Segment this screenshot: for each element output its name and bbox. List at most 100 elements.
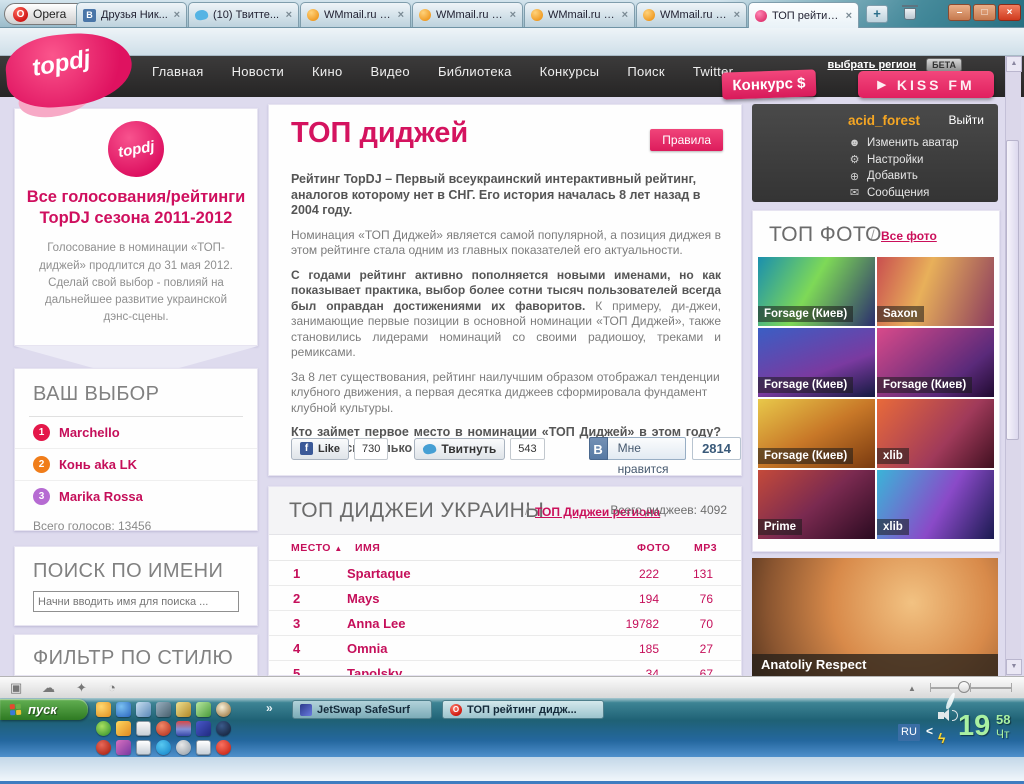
tab-close-icon[interactable]: × [174, 9, 180, 21]
choice-item[interactable]: 3 Marika Rossa [15, 481, 257, 512]
rules-button[interactable]: Правила [650, 129, 723, 151]
tab-wmmail-1[interactable]: WMmail.ru - ... × [300, 2, 411, 27]
tab-wmmail-3[interactable]: WMmail.ru - ... × [524, 2, 635, 27]
user-menu-item-messages[interactable]: ✉ Сообщения [848, 185, 959, 202]
quicklaunch-folder-icon[interactable] [136, 740, 151, 755]
user-menu-item-add[interactable]: ⊕ Добавить [848, 168, 959, 185]
facebook-like-button[interactable]: f Like [291, 437, 350, 460]
start-button[interactable]: пуск [0, 699, 88, 720]
quicklaunch-butterfly-icon[interactable] [116, 721, 131, 736]
choice-item[interactable]: 1 Marchello [15, 417, 257, 449]
quicklaunch-palette-icon[interactable] [96, 702, 111, 717]
cell-name[interactable]: Omnia [347, 641, 387, 656]
clock-hours[interactable]: 19 [958, 710, 990, 743]
closed-tabs-trash-button[interactable] [898, 4, 922, 24]
window-minimize-button[interactable]: – [948, 4, 971, 21]
window-restore-button[interactable]: □ [973, 4, 996, 21]
table-row[interactable]: 5 Tapolsky 34 67 [269, 661, 741, 675]
task-opera-topdj[interactable]: O ТОП рейтинг дидж... [442, 700, 604, 719]
scroll-down-arrow[interactable]: ▼ [1006, 659, 1022, 675]
tab-wmmail-2[interactable]: WMmail.ru - ... × [412, 2, 523, 27]
photo-thumbnail[interactable]: Prime [758, 470, 875, 539]
quicklaunch-mail-icon[interactable] [136, 702, 151, 717]
tweet-button[interactable]: Твитнуть [414, 437, 506, 460]
quicklaunch-overflow-chevron[interactable]: » [266, 701, 273, 715]
tab-wmmail-4[interactable]: WMmail.ru - ... × [636, 2, 747, 27]
quicklaunch-folder2-icon[interactable] [196, 740, 211, 755]
col-mp3[interactable]: MP3 [694, 542, 717, 554]
messenger-tray-icon[interactable]: ϟ [938, 730, 945, 746]
photo-thumbnail[interactable]: Forsage (Киев) [877, 328, 994, 397]
tab-close-icon[interactable]: × [286, 9, 292, 21]
quicklaunch-globe-icon[interactable] [216, 721, 231, 736]
tab-topdj-active[interactable]: ТОП рейтин... × [748, 2, 859, 28]
quicklaunch-battery-icon[interactable] [196, 702, 211, 717]
photo-thumbnail[interactable]: Saxon [877, 257, 994, 326]
col-place[interactable]: МЕСТО ▲ [291, 542, 343, 554]
tab-close-icon[interactable]: × [846, 10, 852, 22]
voting-title[interactable]: Все голосования/рейтинги TopDJ сезона 20… [15, 187, 257, 228]
nav-search[interactable]: Поиск [613, 61, 679, 82]
opera-unite-icon[interactable]: ✦ [76, 680, 87, 696]
zoom-slider-track[interactable] [930, 687, 1012, 689]
user-menu-item-avatar[interactable]: ☻ Изменить аватар [848, 135, 959, 152]
tab-close-icon[interactable]: × [622, 9, 628, 21]
featured-photo[interactable]: Anatoliy Respect [752, 558, 998, 676]
opera-turbo-icon[interactable]: ◔ [108, 680, 116, 695]
vk-like-widget[interactable]: В Мне нравится 2814 [588, 437, 741, 475]
name-search-input[interactable] [33, 591, 239, 612]
col-photo[interactable]: ФОТО [637, 542, 670, 554]
quicklaunch-download-icon[interactable] [156, 721, 171, 736]
cell-name[interactable]: Mays [347, 591, 380, 606]
table-row[interactable]: 3 Anna Lee 19782 70 [269, 611, 741, 636]
logout-link[interactable]: Выйти [948, 113, 984, 127]
site-logo[interactable]: topdj [3, 28, 138, 124]
tab-close-icon[interactable]: × [398, 9, 404, 21]
nav-home[interactable]: Главная [138, 61, 218, 82]
quicklaunch-floppy-icon[interactable] [176, 721, 191, 736]
vk-like-label[interactable]: Мне нравится [607, 437, 687, 475]
volume-icon[interactable] [938, 709, 949, 721]
quicklaunch-flashget-icon[interactable] [196, 721, 211, 736]
col-name[interactable]: ИМЯ [355, 542, 380, 554]
window-close-button[interactable]: × [998, 4, 1021, 21]
cell-name[interactable]: Tapolsky [347, 666, 402, 675]
quicklaunch-x-icon[interactable] [156, 702, 171, 717]
zoom-menu-arrow[interactable]: ▲ [908, 684, 916, 693]
contest-button[interactable]: Конкурс $ [721, 69, 817, 100]
user-menu-item-settings[interactable]: ⚙ Настройки [848, 152, 959, 169]
scrollbar-thumb[interactable] [1006, 140, 1019, 440]
cell-name[interactable]: Spartaque [347, 566, 411, 581]
tab-close-icon[interactable]: × [510, 9, 516, 21]
photo-thumbnail[interactable]: Forsage (Киев) [758, 399, 875, 468]
username[interactable]: acid_forest [848, 113, 920, 128]
table-row[interactable]: 4 Omnia 185 27 [269, 636, 741, 661]
quicklaunch-media-icon[interactable] [116, 740, 131, 755]
photo-thumbnail[interactable]: xlib [877, 399, 994, 468]
table-row[interactable]: 1 Spartaque 222 131 [269, 561, 741, 586]
nav-library[interactable]: Библиотека [424, 61, 526, 82]
quicklaunch-opera-icon[interactable] [216, 740, 231, 755]
quicklaunch-window-icon[interactable] [136, 721, 151, 736]
tab-vk[interactable]: В Друзья Ник... × [76, 2, 187, 27]
quicklaunch-camera-icon[interactable] [176, 740, 191, 755]
nav-news[interactable]: Новости [218, 61, 298, 82]
scroll-up-arrow[interactable]: ▲ [1006, 56, 1022, 72]
nav-video[interactable]: Видео [356, 61, 423, 82]
choice-item[interactable]: 2 Конь aka LK [15, 449, 257, 481]
tab-twitter[interactable]: (10) Твитте... × [188, 2, 299, 27]
quicklaunch-cd-icon[interactable] [216, 702, 231, 717]
tray-collapse-arrow[interactable]: < [926, 724, 933, 738]
photo-thumbnail[interactable]: xlib [877, 470, 994, 539]
language-indicator[interactable]: RU [898, 724, 920, 741]
quicklaunch-ie-icon[interactable] [116, 702, 131, 717]
dj-name-link[interactable]: Marchello [59, 425, 120, 440]
quicklaunch-stats-icon[interactable] [96, 721, 111, 736]
nav-contests[interactable]: Конкурсы [526, 61, 614, 82]
choose-region-link[interactable]: выбрать регион [827, 59, 916, 71]
quicklaunch-red-app-icon[interactable] [96, 740, 111, 755]
all-photos-link[interactable]: Все фото [881, 229, 937, 243]
panels-toggle-icon[interactable]: ▣ [10, 680, 22, 696]
task-jetswap[interactable]: JetSwap SafeSurf [292, 700, 432, 719]
nav-movies[interactable]: Кино [298, 61, 356, 82]
